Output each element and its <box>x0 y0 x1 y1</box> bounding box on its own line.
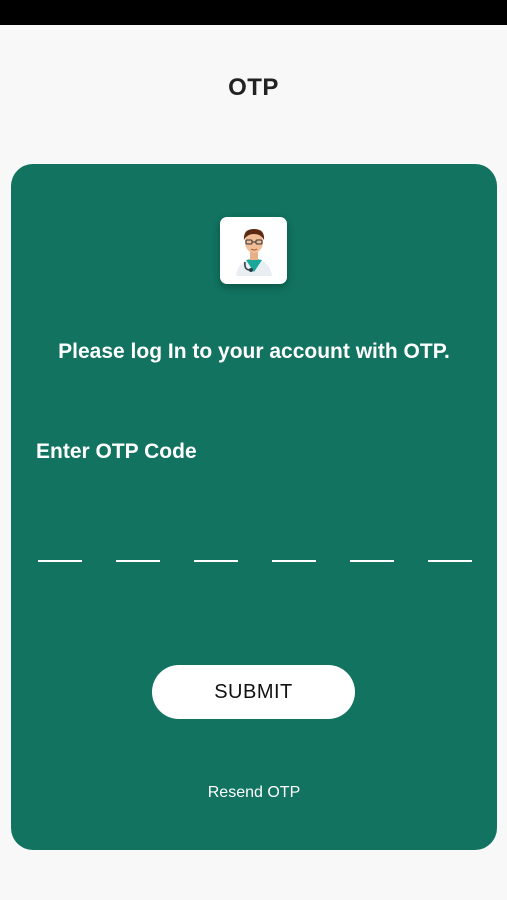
otp-digit-3[interactable] <box>194 536 238 562</box>
page-title: OTP <box>228 74 279 101</box>
otp-digit-1[interactable] <box>38 536 82 562</box>
avatar <box>220 217 287 284</box>
otp-digit-2[interactable] <box>116 536 160 562</box>
status-bar <box>0 0 507 25</box>
otp-input-row <box>38 536 472 566</box>
submit-button[interactable]: SUBMIT <box>152 665 355 719</box>
otp-code-label: Enter OTP Code <box>36 440 197 463</box>
resend-otp-link[interactable]: Resend OTP <box>11 784 497 802</box>
doctor-avatar-icon <box>236 229 272 276</box>
otp-digit-4[interactable] <box>272 536 316 562</box>
otp-digit-5[interactable] <box>350 536 394 562</box>
otp-card: Please log In to your account with OTP. … <box>11 164 497 850</box>
otp-instructions: Please log In to your account with OTP. <box>58 340 450 363</box>
otp-digit-6[interactable] <box>428 536 472 562</box>
